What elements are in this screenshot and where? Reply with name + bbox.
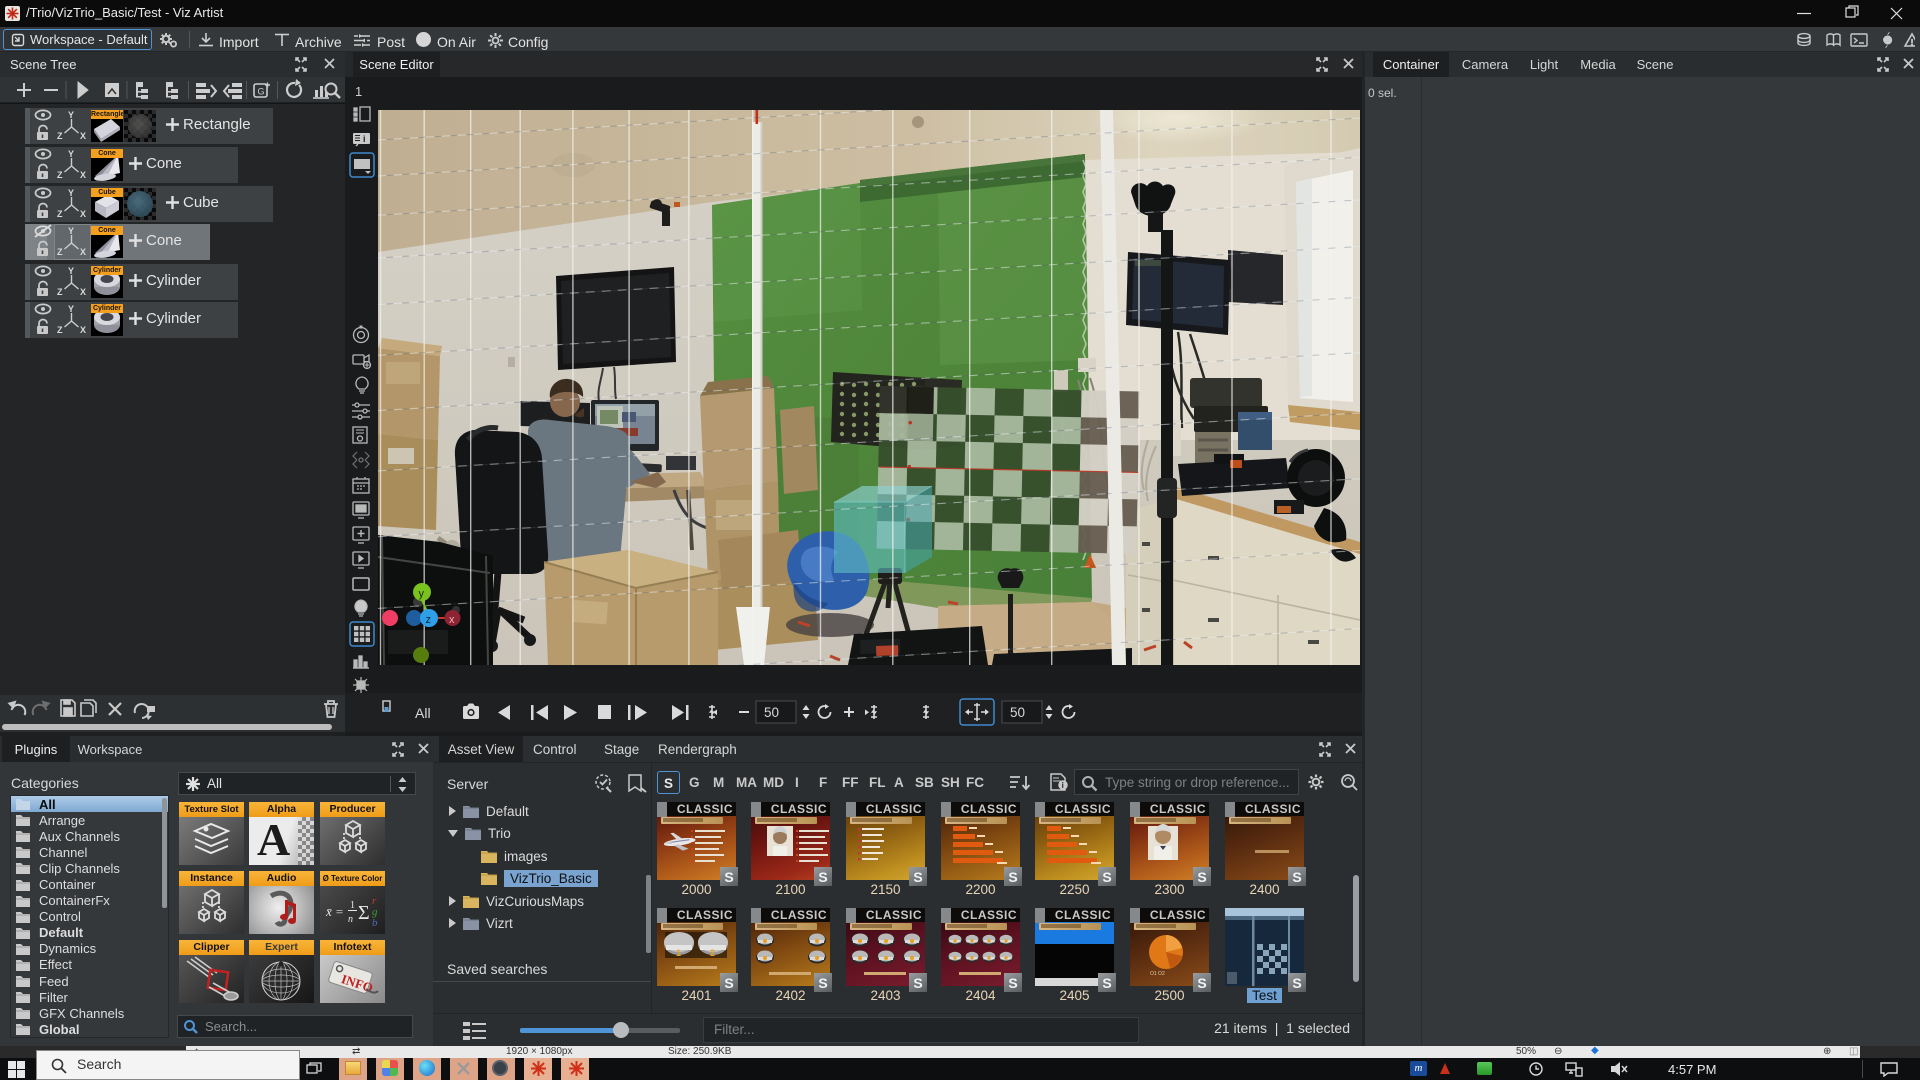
svg-text:i: i [1062, 781, 1064, 790]
svg-text:G: G [258, 87, 265, 97]
svg-text:i: i [363, 134, 366, 144]
svg-text:All: All [415, 705, 431, 721]
svg-text:b: b [372, 917, 378, 929]
svg-text:Σ: Σ [358, 902, 370, 924]
svg-text:x̄ =: x̄ = [325, 904, 344, 919]
svg-text:z: z [426, 614, 432, 626]
svg-text:n: n [348, 914, 353, 925]
svg-text:50: 50 [764, 705, 779, 720]
svg-text:1: 1 [350, 900, 355, 911]
svg-text:y: y [419, 588, 425, 600]
svg-text:50: 50 [1010, 705, 1025, 720]
svg-text:1: 1 [676, 948, 681, 958]
svg-text:2: 2 [710, 948, 715, 958]
svg-text:x: x [449, 614, 455, 626]
svg-text:O1 O2: O1 O2 [1150, 971, 1165, 977]
